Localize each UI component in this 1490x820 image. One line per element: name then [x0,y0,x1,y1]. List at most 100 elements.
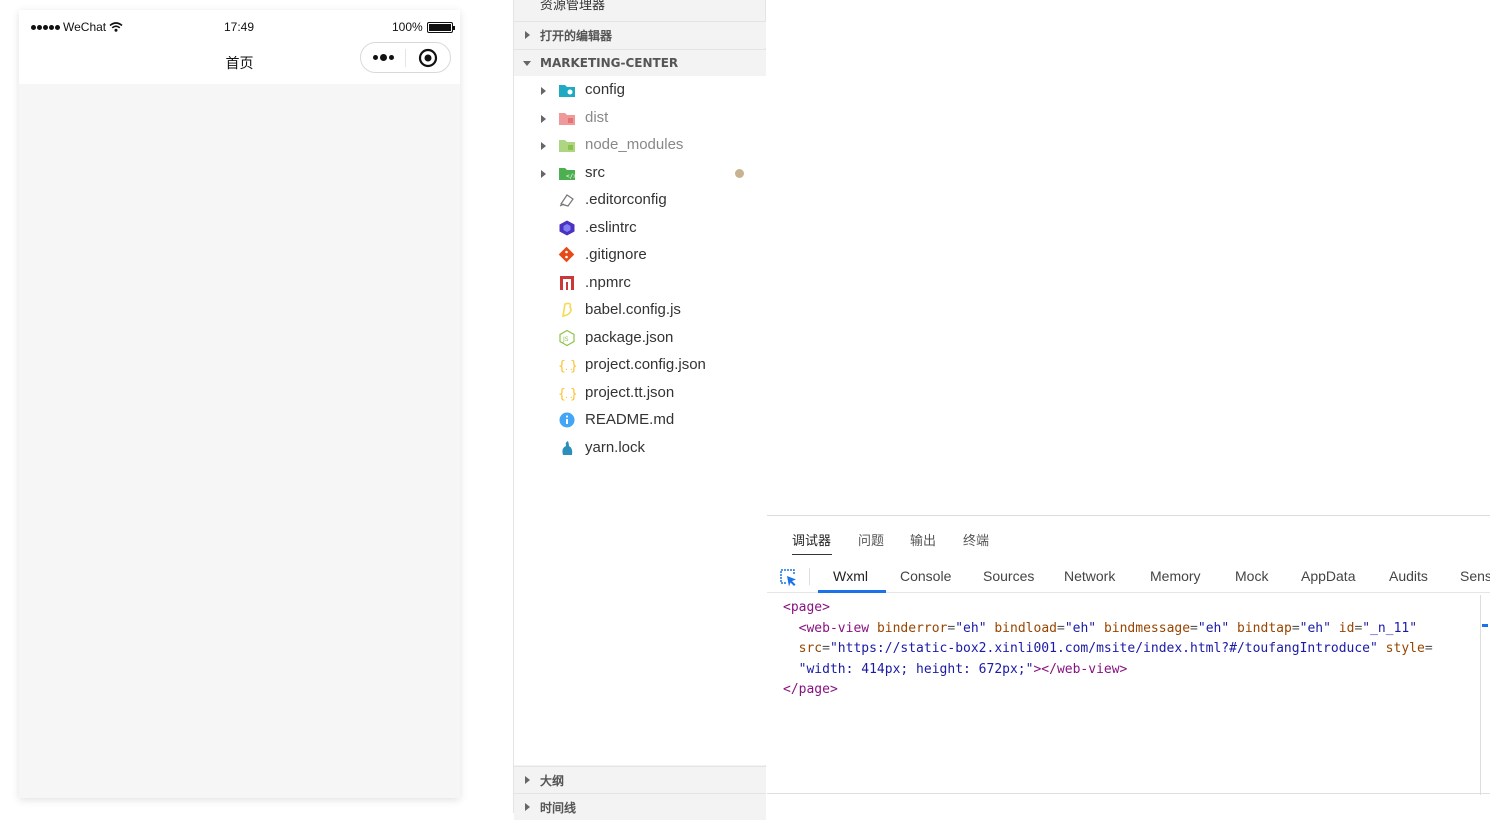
panel-console[interactable]: Console [900,568,951,584]
chevron-right-icon [524,803,530,811]
tree-item-label: project.tt.json [585,383,675,401]
svg-text:..: .. [564,363,574,372]
project-section[interactable]: MARKETING-CENTER [514,49,766,76]
panel-wxml[interactable]: Wxml [833,568,868,584]
open-editors-section[interactable]: 打开的编辑器 [514,21,766,48]
tree-item-eslintrc[interactable]: .eslintrc [514,215,766,242]
file-tree: config dist node_modules </> src .editor… [514,76,766,765]
tree-item-gitignore[interactable]: .gitignore [514,242,766,269]
panel-audits[interactable]: Audits [1389,568,1428,584]
tree-item-npmrc[interactable]: .npmrc [514,270,766,297]
panel-sources[interactable]: Sources [983,568,1034,584]
tree-item-label: node_modules [585,136,684,153]
signal-status: WeChat [31,20,123,34]
tree-item-label: README.md [585,411,675,428]
tree-item-yarn-lock[interactable]: yarn.lock [514,435,766,462]
close-target-icon[interactable] [406,48,450,68]
babel-icon [562,302,572,318]
tree-item-label: .editorconfig [585,191,667,208]
tree-item-label: project.config.json [585,356,706,373]
outline-section[interactable]: 大纲 [514,766,766,793]
tree-item-editorconfig[interactable]: .editorconfig [514,187,766,214]
explorer-title: 资源管理器 [540,0,606,13]
nodejs-icon: JS [559,329,575,346]
json-icon: {}.. [558,359,576,373]
toolbar-divider [809,568,810,585]
tree-item-node-modules[interactable]: node_modules [514,132,766,159]
active-tab-indicator [792,554,832,555]
battery-status: 100% [392,20,455,34]
battery-icon [426,21,455,33]
tree-item-project-tt-json[interactable]: {}.. project.tt.json [514,380,766,407]
git-icon [558,247,575,263]
yarn-icon [562,440,573,455]
folder-config-icon [559,85,575,97]
code-line[interactable]: <web-view binderror="eh" bindload="eh" b… [783,619,1483,640]
tree-item-label: config [585,81,626,98]
tab-problems[interactable]: 问题 [858,530,884,549]
active-panel-indicator [818,590,886,593]
battery-label: 100% [392,20,423,34]
tree-item-package-json[interactable]: JS package.json [514,325,766,352]
panel-mock[interactable]: Mock [1235,568,1268,584]
svg-text:</>: </> [566,173,576,180]
tab-debugger[interactable]: 调试器 [792,530,831,549]
folder-dist-icon [559,112,575,125]
project-label: MARKETING-CENTER [540,56,679,70]
tree-item-label: yarn.lock [585,438,646,456]
tree-item-src[interactable]: </> src [514,160,766,187]
chevron-down-icon [523,60,531,66]
editorconfig-icon [559,194,574,207]
inspect-element-icon[interactable] [778,567,798,587]
tree-item-label: babel.config.js [585,301,681,318]
outline-label: 大纲 [540,773,565,788]
info-icon [559,412,575,428]
modified-dot-icon [735,168,744,178]
tab-output[interactable]: 输出 [910,530,936,549]
devtools-panel: 调试器 问题 输出 终端 Wxml Console Sources Networ… [767,515,1490,814]
code-line[interactable]: </page> [783,680,1483,701]
explorer-panel: 资源管理器 打开的编辑器 MARKETING-CENTER config dis… [513,0,766,820]
tab-terminal[interactable]: 终端 [963,530,989,549]
tree-item-label: .gitignore [585,246,647,263]
chevron-right-icon [541,114,546,123]
tree-item-dist[interactable]: dist [514,105,766,132]
devtools-tabs: 调试器 问题 输出 终端 [767,516,1490,560]
code-line[interactable]: src="https://static-box2.xinli001.com/ms… [783,639,1483,660]
npm-icon [560,275,574,290]
wifi-icon [109,22,123,32]
json-icon: {}.. [558,387,576,401]
panel-tabs: Wxml Console Sources Network Memory Mock… [767,560,1490,593]
svg-text:..: .. [564,391,574,400]
folder-node-icon [559,140,575,152]
code-line[interactable]: <page> [783,598,1483,619]
more-icon[interactable] [361,53,405,61]
signal-dots-icon [31,24,60,30]
panel-sensor[interactable]: Sens [1460,568,1490,584]
tree-item-babel-config[interactable]: babel.config.js [514,297,766,324]
side-pane-indicator [1482,624,1488,627]
wxml-tree: <page> <web-view binderror="eh" bindload… [783,598,1483,701]
code-line[interactable]: "width: 414px; height: 672px;"></web-vie… [783,660,1483,681]
status-time: 17:49 [224,20,255,34]
open-editors-label: 打开的编辑器 [540,28,613,43]
chevron-right-icon [524,31,530,39]
menu-capsule [360,42,451,73]
eslint-icon [559,220,575,235]
tree-item-config[interactable]: config [514,77,766,104]
chevron-right-icon [541,142,546,150]
tree-item-project-config-json[interactable]: {}.. project.config.json [514,352,766,379]
phone-simulator: WeChat 17:49 100% 首页 [19,10,460,798]
pane-divider[interactable] [1480,595,1481,795]
tree-item-label: package.json [585,328,674,346]
chevron-right-icon [541,169,546,178]
tree-item-label: src [585,163,605,181]
panel-appdata[interactable]: AppData [1301,568,1355,584]
divider [767,793,1490,794]
tree-item-readme[interactable]: README.md [514,407,766,434]
panel-memory[interactable]: Memory [1150,568,1201,584]
panel-network[interactable]: Network [1064,568,1115,584]
carrier-label: WeChat [63,20,107,34]
chevron-right-icon [524,776,530,784]
timeline-section[interactable]: 时间线 [514,793,766,820]
